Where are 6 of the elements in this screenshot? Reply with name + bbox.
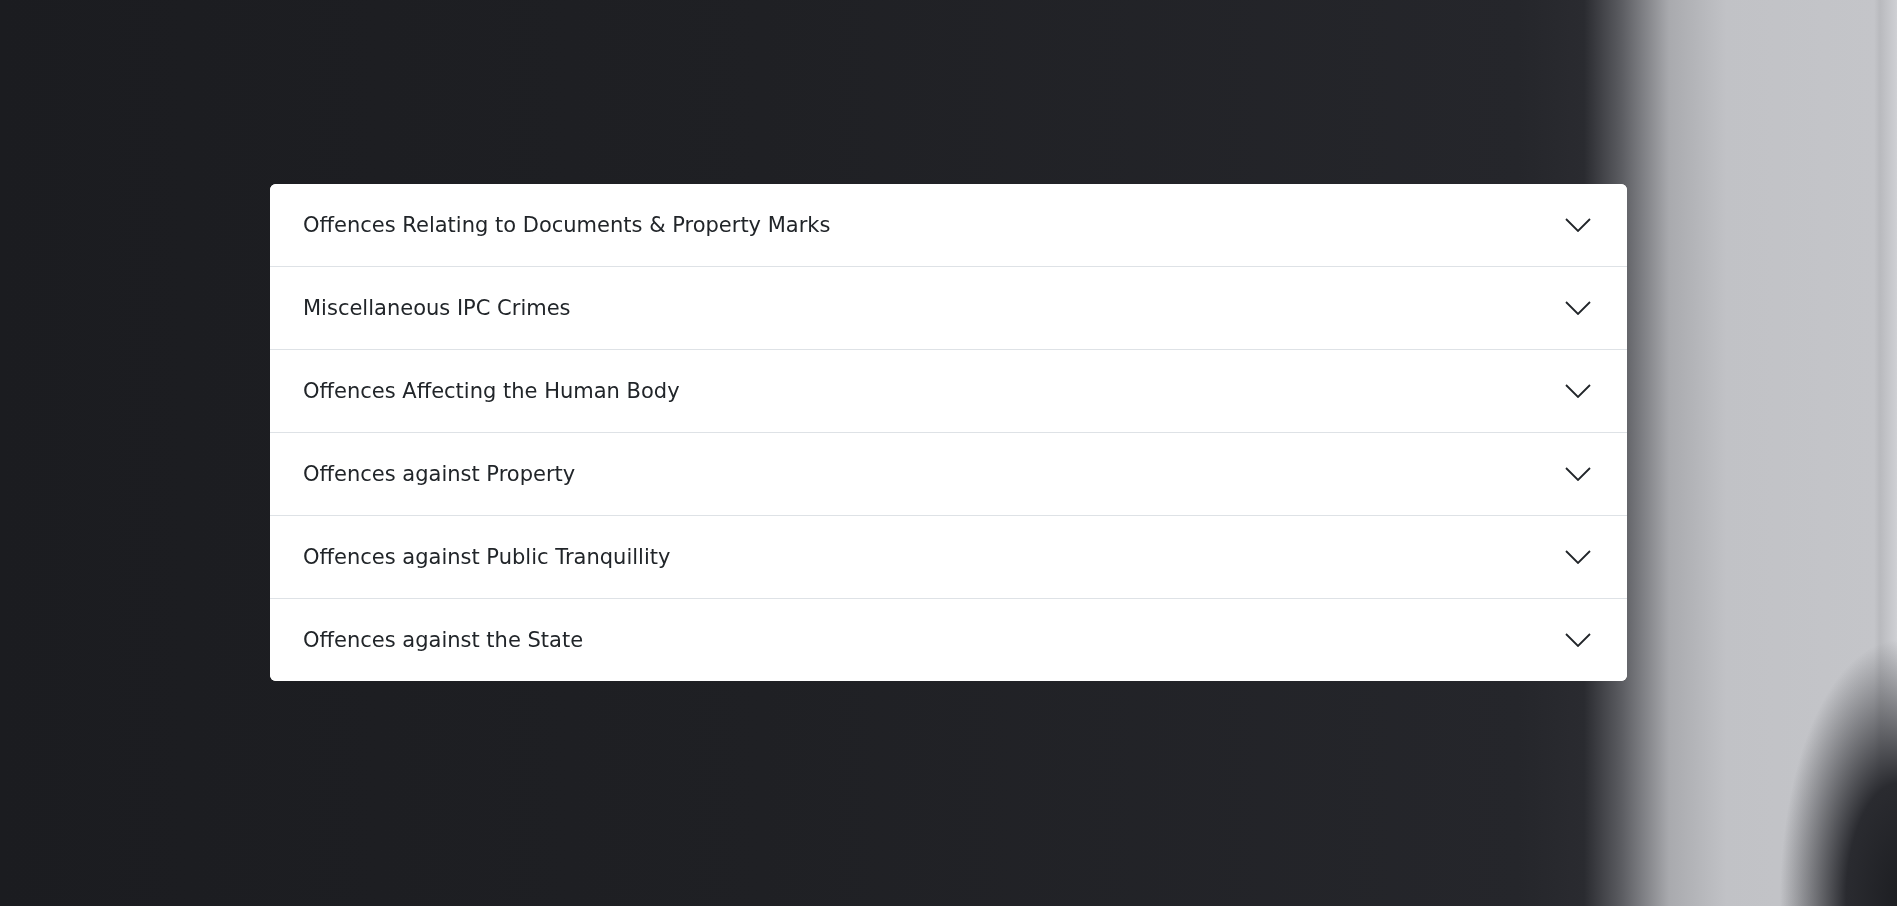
chevron-down-icon [1565,550,1591,564]
chevron-down-icon [1565,301,1591,315]
chevron-down-icon [1565,467,1591,481]
chevron-down-icon [1565,384,1591,398]
chevron-down-icon [1565,218,1591,232]
chevron-down-icon [1565,633,1591,647]
